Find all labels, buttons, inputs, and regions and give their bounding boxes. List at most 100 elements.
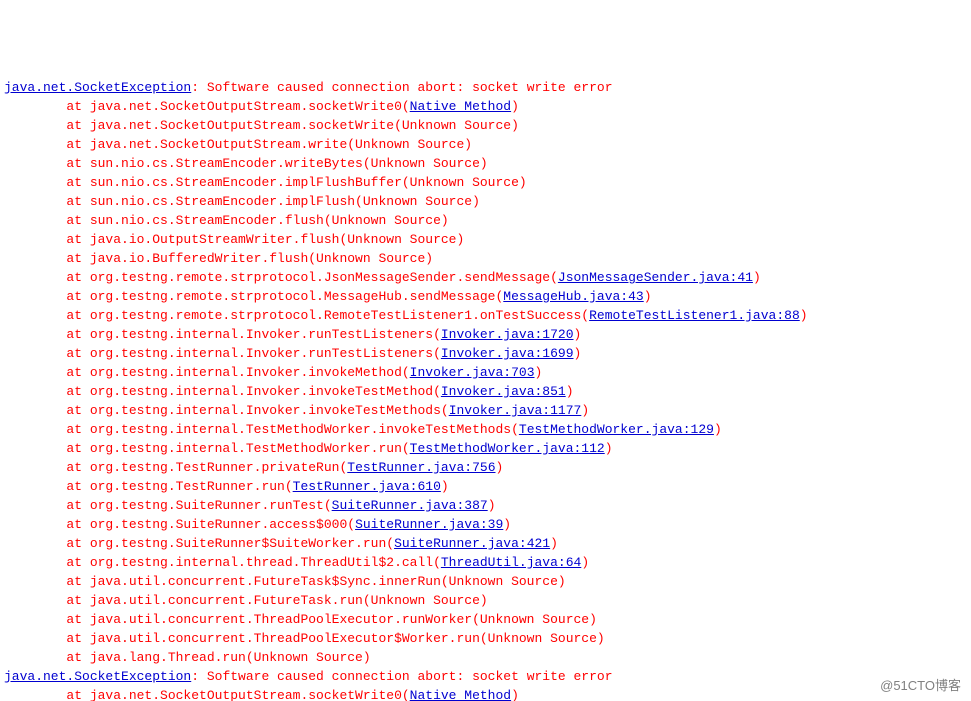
stack-frame-suffix: ) <box>503 517 511 532</box>
stack-frame-text: at java.net.SocketOutputStream.socketWri… <box>4 118 519 133</box>
stack-frame-text: at org.testng.remote.strprotocol.Message… <box>4 289 503 304</box>
stack-frame-text: at org.testng.internal.Invoker.invokeMet… <box>4 365 410 380</box>
exception-message: : Software caused connection abort: sock… <box>191 80 612 95</box>
exception-class-link[interactable]: java.net.SocketException <box>4 80 191 95</box>
stack-frame: at org.testng.internal.Invoker.runTestLi… <box>4 344 967 363</box>
stack-frame-suffix: ) <box>753 270 761 285</box>
stack-frame: at org.testng.remote.strprotocol.RemoteT… <box>4 306 967 325</box>
stack-frame-text: at java.lang.Thread.run(Unknown Source) <box>4 650 371 665</box>
stack-frame: at sun.nio.cs.StreamEncoder.implFlush(Un… <box>4 192 967 211</box>
stack-frame: at java.net.SocketOutputStream.socketWri… <box>4 97 967 116</box>
stack-frame-suffix: ) <box>581 555 589 570</box>
stack-frame-text: at org.testng.internal.Invoker.invokeTes… <box>4 403 449 418</box>
stack-frame: at org.testng.remote.strprotocol.Message… <box>4 287 967 306</box>
stack-frame: at org.testng.SuiteRunner.runTest(SuiteR… <box>4 496 967 515</box>
stack-frame-suffix: ) <box>488 498 496 513</box>
source-link[interactable]: TestRunner.java:756 <box>347 460 495 475</box>
stack-frame-text: at sun.nio.cs.StreamEncoder.implFlush(Un… <box>4 194 480 209</box>
stack-frame-suffix: ) <box>511 688 519 701</box>
source-link[interactable]: TestMethodWorker.java:112 <box>410 441 605 456</box>
stack-frame-text: at java.util.concurrent.FutureTask.run(U… <box>4 593 488 608</box>
stack-frame: at org.testng.internal.thread.ThreadUtil… <box>4 553 967 572</box>
stack-frame: at org.testng.internal.TestMethodWorker.… <box>4 420 967 439</box>
stack-frame: at java.io.BufferedWriter.flush(Unknown … <box>4 249 967 268</box>
stack-frame: at java.lang.Thread.run(Unknown Source) <box>4 648 967 667</box>
stack-frame: at org.testng.TestRunner.privateRun(Test… <box>4 458 967 477</box>
source-link[interactable]: TestMethodWorker.java:129 <box>519 422 714 437</box>
stack-frame: at org.testng.SuiteRunner.access$000(Sui… <box>4 515 967 534</box>
stack-frame-text: at org.testng.TestRunner.privateRun( <box>4 460 347 475</box>
stack-frame: at java.io.OutputStreamWriter.flush(Unkn… <box>4 230 967 249</box>
stack-frame: at java.net.SocketOutputStream.socketWri… <box>4 686 967 701</box>
stack-frame-text: at java.net.SocketOutputStream.write(Unk… <box>4 137 472 152</box>
source-link[interactable]: ThreadUtil.java:64 <box>441 555 581 570</box>
stack-frame: at org.testng.TestRunner.run(TestRunner.… <box>4 477 967 496</box>
stack-frame-text: at java.util.concurrent.ThreadPoolExecut… <box>4 631 605 646</box>
stack-frame-suffix: ) <box>714 422 722 437</box>
stack-frame-suffix: ) <box>441 479 449 494</box>
source-link[interactable]: SuiteRunner.java:387 <box>332 498 488 513</box>
stack-frame-suffix: ) <box>574 327 582 342</box>
source-link[interactable]: Invoker.java:703 <box>410 365 535 380</box>
stack-frame-text: at java.util.concurrent.FutureTask$Sync.… <box>4 574 566 589</box>
source-link[interactable]: Invoker.java:851 <box>441 384 566 399</box>
stack-frame-text: at java.net.SocketOutputStream.socketWri… <box>4 688 410 701</box>
stack-frame-suffix: ) <box>535 365 543 380</box>
stack-frame-text: at sun.nio.cs.StreamEncoder.flush(Unknow… <box>4 213 449 228</box>
stack-trace: java.net.SocketException: Software cause… <box>4 78 967 701</box>
stack-frame: at org.testng.remote.strprotocol.JsonMes… <box>4 268 967 287</box>
source-link[interactable]: Invoker.java:1699 <box>441 346 574 361</box>
stack-frame-suffix: ) <box>581 403 589 418</box>
stack-frame-text: at org.testng.internal.Invoker.runTestLi… <box>4 346 441 361</box>
source-link[interactable]: MessageHub.java:43 <box>503 289 643 304</box>
stack-frame: at java.util.concurrent.ThreadPoolExecut… <box>4 610 967 629</box>
stack-frame-text: at java.io.OutputStreamWriter.flush(Unkn… <box>4 232 464 247</box>
stack-frame: at sun.nio.cs.StreamEncoder.flush(Unknow… <box>4 211 967 230</box>
stack-frame: at org.testng.SuiteRunner$SuiteWorker.ru… <box>4 534 967 553</box>
stack-frame-suffix: ) <box>644 289 652 304</box>
source-link[interactable]: TestRunner.java:610 <box>293 479 441 494</box>
stack-frame-suffix: ) <box>574 346 582 361</box>
stack-frame-text: at org.testng.SuiteRunner$SuiteWorker.ru… <box>4 536 394 551</box>
stack-frame-text: at java.io.BufferedWriter.flush(Unknown … <box>4 251 433 266</box>
source-link[interactable]: SuiteRunner.java:39 <box>355 517 503 532</box>
stack-frame-text: at sun.nio.cs.StreamEncoder.implFlushBuf… <box>4 175 527 190</box>
source-link[interactable]: RemoteTestListener1.java:88 <box>589 308 800 323</box>
exception-line: java.net.SocketException: Software cause… <box>4 667 967 686</box>
stack-frame-suffix: ) <box>605 441 613 456</box>
source-link[interactable]: Native Method <box>410 99 511 114</box>
exception-line: java.net.SocketException: Software cause… <box>4 78 967 97</box>
stack-frame-text: at org.testng.internal.TestMethodWorker.… <box>4 441 410 456</box>
source-link[interactable]: Invoker.java:1720 <box>441 327 574 342</box>
stack-frame-text: at java.net.SocketOutputStream.socketWri… <box>4 99 410 114</box>
stack-frame: at org.testng.internal.Invoker.invokeMet… <box>4 363 967 382</box>
stack-frame: at org.testng.internal.Invoker.invokeTes… <box>4 401 967 420</box>
source-link[interactable]: Native Method <box>410 688 511 701</box>
stack-frame: at org.testng.internal.TestMethodWorker.… <box>4 439 967 458</box>
source-link[interactable]: SuiteRunner.java:421 <box>394 536 550 551</box>
stack-frame-text: at org.testng.internal.Invoker.invokeTes… <box>4 384 441 399</box>
stack-frame: at org.testng.internal.Invoker.runTestLi… <box>4 325 967 344</box>
stack-frame-text: at java.util.concurrent.ThreadPoolExecut… <box>4 612 597 627</box>
stack-frame-text: at org.testng.internal.thread.ThreadUtil… <box>4 555 441 570</box>
stack-frame-text: at org.testng.remote.strprotocol.RemoteT… <box>4 308 589 323</box>
stack-frame: at java.util.concurrent.FutureTask$Sync.… <box>4 572 967 591</box>
exception-message: : Software caused connection abort: sock… <box>191 669 612 684</box>
stack-frame-text: at org.testng.internal.TestMethodWorker.… <box>4 422 519 437</box>
stack-frame: at java.util.concurrent.FutureTask.run(U… <box>4 591 967 610</box>
stack-frame-text: at org.testng.SuiteRunner.runTest( <box>4 498 332 513</box>
exception-class-link[interactable]: java.net.SocketException <box>4 669 191 684</box>
stack-frame: at sun.nio.cs.StreamEncoder.implFlushBuf… <box>4 173 967 192</box>
stack-frame-text: at sun.nio.cs.StreamEncoder.writeBytes(U… <box>4 156 488 171</box>
stack-frame-text: at org.testng.internal.Invoker.runTestLi… <box>4 327 441 342</box>
stack-frame-suffix: ) <box>511 99 519 114</box>
stack-frame: at sun.nio.cs.StreamEncoder.writeBytes(U… <box>4 154 967 173</box>
stack-frame: at java.net.SocketOutputStream.socketWri… <box>4 116 967 135</box>
stack-frame: at java.util.concurrent.ThreadPoolExecut… <box>4 629 967 648</box>
stack-frame-suffix: ) <box>566 384 574 399</box>
source-link[interactable]: JsonMessageSender.java:41 <box>558 270 753 285</box>
source-link[interactable]: Invoker.java:1177 <box>449 403 582 418</box>
stack-frame-text: at org.testng.TestRunner.run( <box>4 479 293 494</box>
stack-frame-text: at org.testng.remote.strprotocol.JsonMes… <box>4 270 558 285</box>
stack-frame-suffix: ) <box>800 308 808 323</box>
